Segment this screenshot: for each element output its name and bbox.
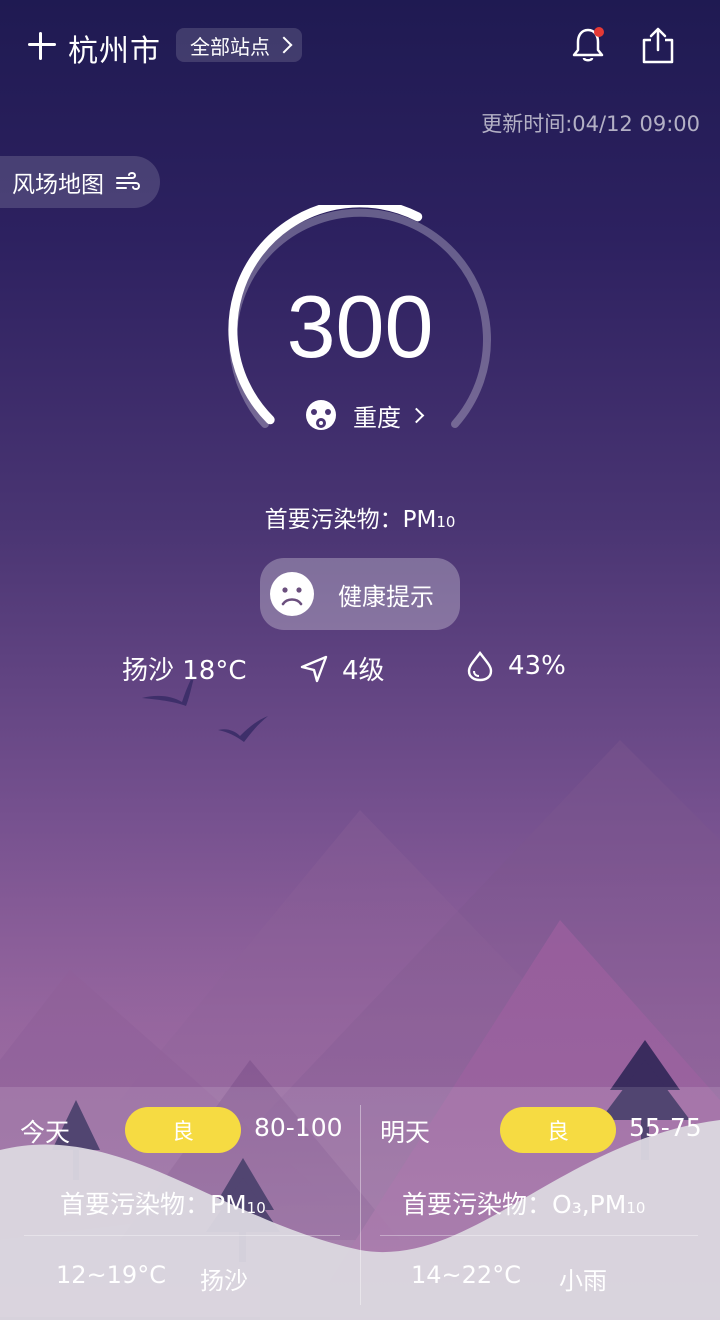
forecast-pollutant-name: PM	[210, 1190, 247, 1219]
forecast-condition: 扬沙	[200, 1267, 248, 1295]
divider	[380, 1235, 698, 1236]
humidity-info: 43%	[464, 650, 566, 682]
city-name[interactable]: 杭州市	[68, 26, 161, 70]
current-weather: 扬沙 18°C 4级 43%	[122, 650, 602, 690]
forecast-day: 今天	[20, 1118, 71, 1147]
forecast-condition: 小雨	[559, 1267, 607, 1295]
quality-badge: 良	[500, 1107, 616, 1153]
chevron-right-icon	[408, 407, 425, 424]
water-drop-icon	[467, 651, 493, 682]
bell-icon[interactable]	[570, 26, 606, 64]
forecast-pollutant-name: O₃,PM	[552, 1190, 627, 1219]
share-icon[interactable]	[640, 26, 676, 66]
forecast-temp: 12~19°C	[56, 1261, 166, 1289]
wind-icon	[116, 171, 140, 191]
aqi-value: 300	[286, 277, 434, 376]
forecast-divider	[360, 1105, 361, 1305]
navigation-arrow-icon	[300, 655, 328, 682]
forecast-pollutant-sub: 10	[246, 1199, 266, 1217]
update-time: 更新时间:04/12 09:00	[481, 112, 700, 136]
wind-info: 4级	[298, 650, 385, 687]
forecast-pollutant-sub: 10	[626, 1199, 646, 1217]
wind-map-label: 风场地图	[12, 172, 104, 198]
aqi-range: 80-100	[254, 1113, 343, 1142]
aqi-level: 重度	[353, 404, 401, 432]
wind-level: 4级	[342, 656, 385, 686]
primary-pollutant: 首要污染物：PM10	[0, 500, 720, 534]
forecast-pollutant: 首要污染物：O₃,PM10	[402, 1185, 720, 1221]
wind-map-button[interactable]: 风场地图	[0, 156, 160, 208]
forecast-pollutant-label: 首要污染物：	[402, 1190, 553, 1219]
mask-icon	[306, 399, 336, 430]
quality-badge: 良	[125, 1107, 241, 1153]
station-selector-label: 全部站点	[190, 34, 270, 59]
aqi-range: 55-75	[629, 1113, 702, 1142]
chevron-right-icon	[275, 36, 293, 54]
health-tip-label: 健康提示	[338, 582, 434, 611]
health-tip-button[interactable]: 健康提示	[260, 558, 460, 630]
primary-pollutant-name: PM	[402, 507, 437, 533]
forecast-today[interactable]: 今天 良 80-100 首要污染物：PM10 12~19°C 扬沙	[0, 1087, 360, 1317]
plus-icon[interactable]	[26, 30, 56, 60]
forecast-pollutant-label: 首要污染物：	[60, 1190, 211, 1219]
sad-face-icon	[270, 572, 314, 616]
station-selector-button[interactable]: 全部站点	[176, 28, 302, 62]
condition-temp: 扬沙 18°C	[122, 656, 247, 686]
notification-dot	[594, 27, 604, 37]
humidity-value: 43%	[508, 651, 566, 681]
forecast-day: 明天	[380, 1118, 431, 1147]
aqi-level-button[interactable]: 重度	[303, 398, 425, 433]
primary-pollutant-label: 首要污染物：	[264, 507, 403, 533]
primary-pollutant-subscript: 10	[436, 513, 456, 531]
forecast-tomorrow[interactable]: 明天 良 55-75 首要污染物：O₃,PM10 14~22°C 小雨	[360, 1087, 720, 1317]
weather-condition: 扬沙 18°C	[122, 650, 247, 687]
top-bar: 杭州市 全部站点	[0, 0, 720, 92]
divider	[24, 1235, 340, 1236]
forecast-temp: 14~22°C	[411, 1261, 521, 1289]
